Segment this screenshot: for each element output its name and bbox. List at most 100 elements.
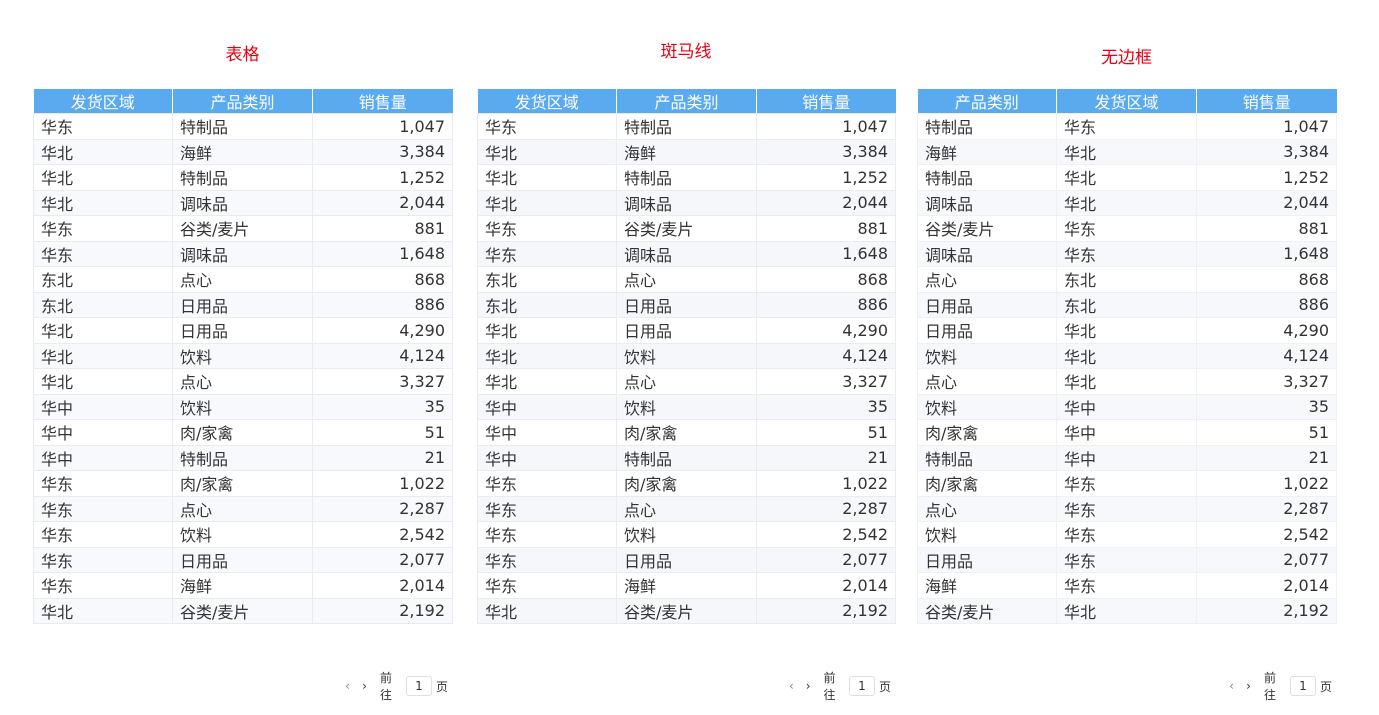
table-cell: 2,044 (756, 189, 896, 216)
table-row[interactable]: 华北 海鲜 3,384 (33, 138, 453, 165)
table-row[interactable]: 华东 肉/家禽 1,022 (33, 470, 453, 497)
table-row[interactable]: 华北 日用品 4,290 (477, 317, 896, 344)
chevron-right-icon[interactable]: › (803, 679, 814, 693)
table-cell: 1,047 (312, 113, 453, 140)
table-row[interactable]: 华北 饮料 4,124 (477, 342, 896, 369)
table-row[interactable]: 东北 点心 868 (33, 266, 453, 293)
table-row[interactable]: 华东 饮料 2,542 (33, 521, 453, 548)
table-row[interactable]: 华东 日用品 2,077 (33, 546, 453, 573)
table-cell: 华东 (33, 240, 173, 267)
table-row[interactable]: 东北 点心 868 (477, 266, 896, 293)
table-row[interactable]: 饮料 华北 4,124 (917, 342, 1337, 369)
table-row[interactable]: 华东 海鲜 2,014 (477, 572, 896, 599)
column-header[interactable]: 产品类别 (172, 89, 313, 114)
table-cell: 华北 (477, 317, 617, 344)
column-header[interactable]: 发货区域 (477, 89, 617, 114)
table-row[interactable]: 肉/家禽 华东 1,022 (917, 470, 1337, 497)
table-row[interactable]: 日用品 东北 886 (917, 291, 1337, 318)
table-cell: 华东 (477, 470, 617, 497)
table-header-row: 发货区域 产品类别 销售量 (477, 89, 896, 114)
table-row[interactable]: 华中 特制品 21 (33, 444, 453, 471)
table-cell: 谷类/麦片 (917, 597, 1057, 624)
table-row[interactable]: 华北 特制品 1,252 (477, 164, 896, 191)
table-row[interactable]: 华中 饮料 35 (477, 393, 896, 420)
table-cell: 肉/家禽 (172, 470, 313, 497)
table-row[interactable]: 华东 特制品 1,047 (33, 113, 453, 140)
column-header[interactable]: 发货区域 (33, 89, 173, 114)
table-row[interactable]: 饮料 华中 35 (917, 393, 1337, 420)
table-row[interactable]: 华东 谷类/麦片 881 (477, 215, 896, 242)
table-row[interactable]: 华北 特制品 1,252 (33, 164, 453, 191)
table-row[interactable]: 点心 华北 3,327 (917, 368, 1337, 395)
table-row[interactable]: 华东 肉/家禽 1,022 (477, 470, 896, 497)
table-row[interactable]: 肉/家禽 华中 51 (917, 419, 1337, 446)
table-cell: 3,384 (1196, 138, 1337, 165)
table-row[interactable]: 华东 饮料 2,542 (477, 521, 896, 548)
table-row[interactable]: 特制品 华北 1,252 (917, 164, 1337, 191)
table-row[interactable]: 华北 日用品 4,290 (33, 317, 453, 344)
table-row[interactable]: 华中 饮料 35 (33, 393, 453, 420)
table-row[interactable]: 华东 点心 2,287 (477, 495, 896, 522)
table-row[interactable]: 饮料 华东 2,542 (917, 521, 1337, 548)
table-row[interactable]: 华中 肉/家禽 51 (33, 419, 453, 446)
table-row[interactable]: 调味品 华北 2,044 (917, 189, 1337, 216)
chevron-left-icon[interactable]: ‹ (1226, 679, 1237, 693)
table-row[interactable]: 日用品 华北 4,290 (917, 317, 1337, 344)
table-cell: 华中 (1056, 393, 1197, 420)
table-row[interactable]: 华东 特制品 1,047 (477, 113, 896, 140)
table-row[interactable]: 谷类/麦片 华北 2,192 (917, 597, 1337, 624)
table-row[interactable]: 特制品 华东 1,047 (917, 113, 1337, 140)
table-row[interactable]: 谷类/麦片 华东 881 (917, 215, 1337, 242)
chevron-left-icon[interactable]: ‹ (342, 679, 353, 693)
table-row[interactable]: 海鲜 华北 3,384 (917, 138, 1337, 165)
table-row[interactable]: 海鲜 华东 2,014 (917, 572, 1337, 599)
chevron-left-icon[interactable]: ‹ (786, 679, 797, 693)
table-row[interactable]: 华中 肉/家禽 51 (477, 419, 896, 446)
table-cell: 868 (1196, 266, 1337, 293)
panel-table: 表格 发货区域 产品类别 销售量 华东 特制品 1,047 华北 海鲜 3,384 华北 特制… (33, 0, 453, 715)
table-row[interactable]: 华东 谷类/麦片 881 (33, 215, 453, 242)
table-row[interactable]: 华东 日用品 2,077 (477, 546, 896, 573)
table-cell: 21 (312, 444, 453, 471)
column-header[interactable]: 产品类别 (616, 89, 757, 114)
table-row[interactable]: 华中 特制品 21 (477, 444, 896, 471)
table-cell: 21 (1196, 444, 1337, 471)
column-header[interactable]: 产品类别 (917, 89, 1057, 114)
table-row[interactable]: 华东 海鲜 2,014 (33, 572, 453, 599)
table-row[interactable]: 华北 谷类/麦片 2,192 (477, 597, 896, 624)
table-row[interactable]: 点心 东北 868 (917, 266, 1337, 293)
table-row[interactable]: 华北 谷类/麦片 2,192 (33, 597, 453, 624)
page-number-input[interactable] (1290, 676, 1316, 696)
table-row[interactable]: 华北 海鲜 3,384 (477, 138, 896, 165)
table-row[interactable]: 东北 日用品 886 (477, 291, 896, 318)
table-row[interactable]: 华北 调味品 2,044 (33, 189, 453, 216)
table-row[interactable]: 华东 调味品 1,648 (33, 240, 453, 267)
table-cell: 华北 (1056, 317, 1197, 344)
page-number-input[interactable] (406, 676, 432, 696)
table-cell: 35 (756, 393, 896, 420)
table-row[interactable]: 日用品 华东 2,077 (917, 546, 1337, 573)
chevron-right-icon[interactable]: › (1243, 679, 1254, 693)
table-row[interactable]: 东北 日用品 886 (33, 291, 453, 318)
column-header[interactable]: 销售量 (756, 89, 896, 114)
table-cell: 东北 (477, 266, 617, 293)
table-cell: 881 (756, 215, 896, 242)
table-row[interactable]: 华东 点心 2,287 (33, 495, 453, 522)
table-row[interactable]: 华北 点心 3,327 (33, 368, 453, 395)
table-row[interactable]: 华北 调味品 2,044 (477, 189, 896, 216)
chevron-right-icon[interactable]: › (359, 679, 370, 693)
table-row[interactable]: 华东 调味品 1,648 (477, 240, 896, 267)
table-cell: 东北 (1056, 266, 1197, 293)
page-number-input[interactable] (849, 676, 875, 696)
table-cell: 2,542 (312, 521, 453, 548)
column-header[interactable]: 发货区域 (1056, 89, 1197, 114)
table-row[interactable]: 点心 华东 2,287 (917, 495, 1337, 522)
column-header[interactable]: 销售量 (1196, 89, 1337, 114)
table-row[interactable]: 特制品 华中 21 (917, 444, 1337, 471)
table-row[interactable]: 华北 饮料 4,124 (33, 342, 453, 369)
table-cell: 2,014 (1196, 572, 1337, 599)
table-row[interactable]: 华北 点心 3,327 (477, 368, 896, 395)
table-cell: 饮料 (172, 342, 313, 369)
column-header[interactable]: 销售量 (312, 89, 453, 114)
table-row[interactable]: 调味品 华东 1,648 (917, 240, 1337, 267)
